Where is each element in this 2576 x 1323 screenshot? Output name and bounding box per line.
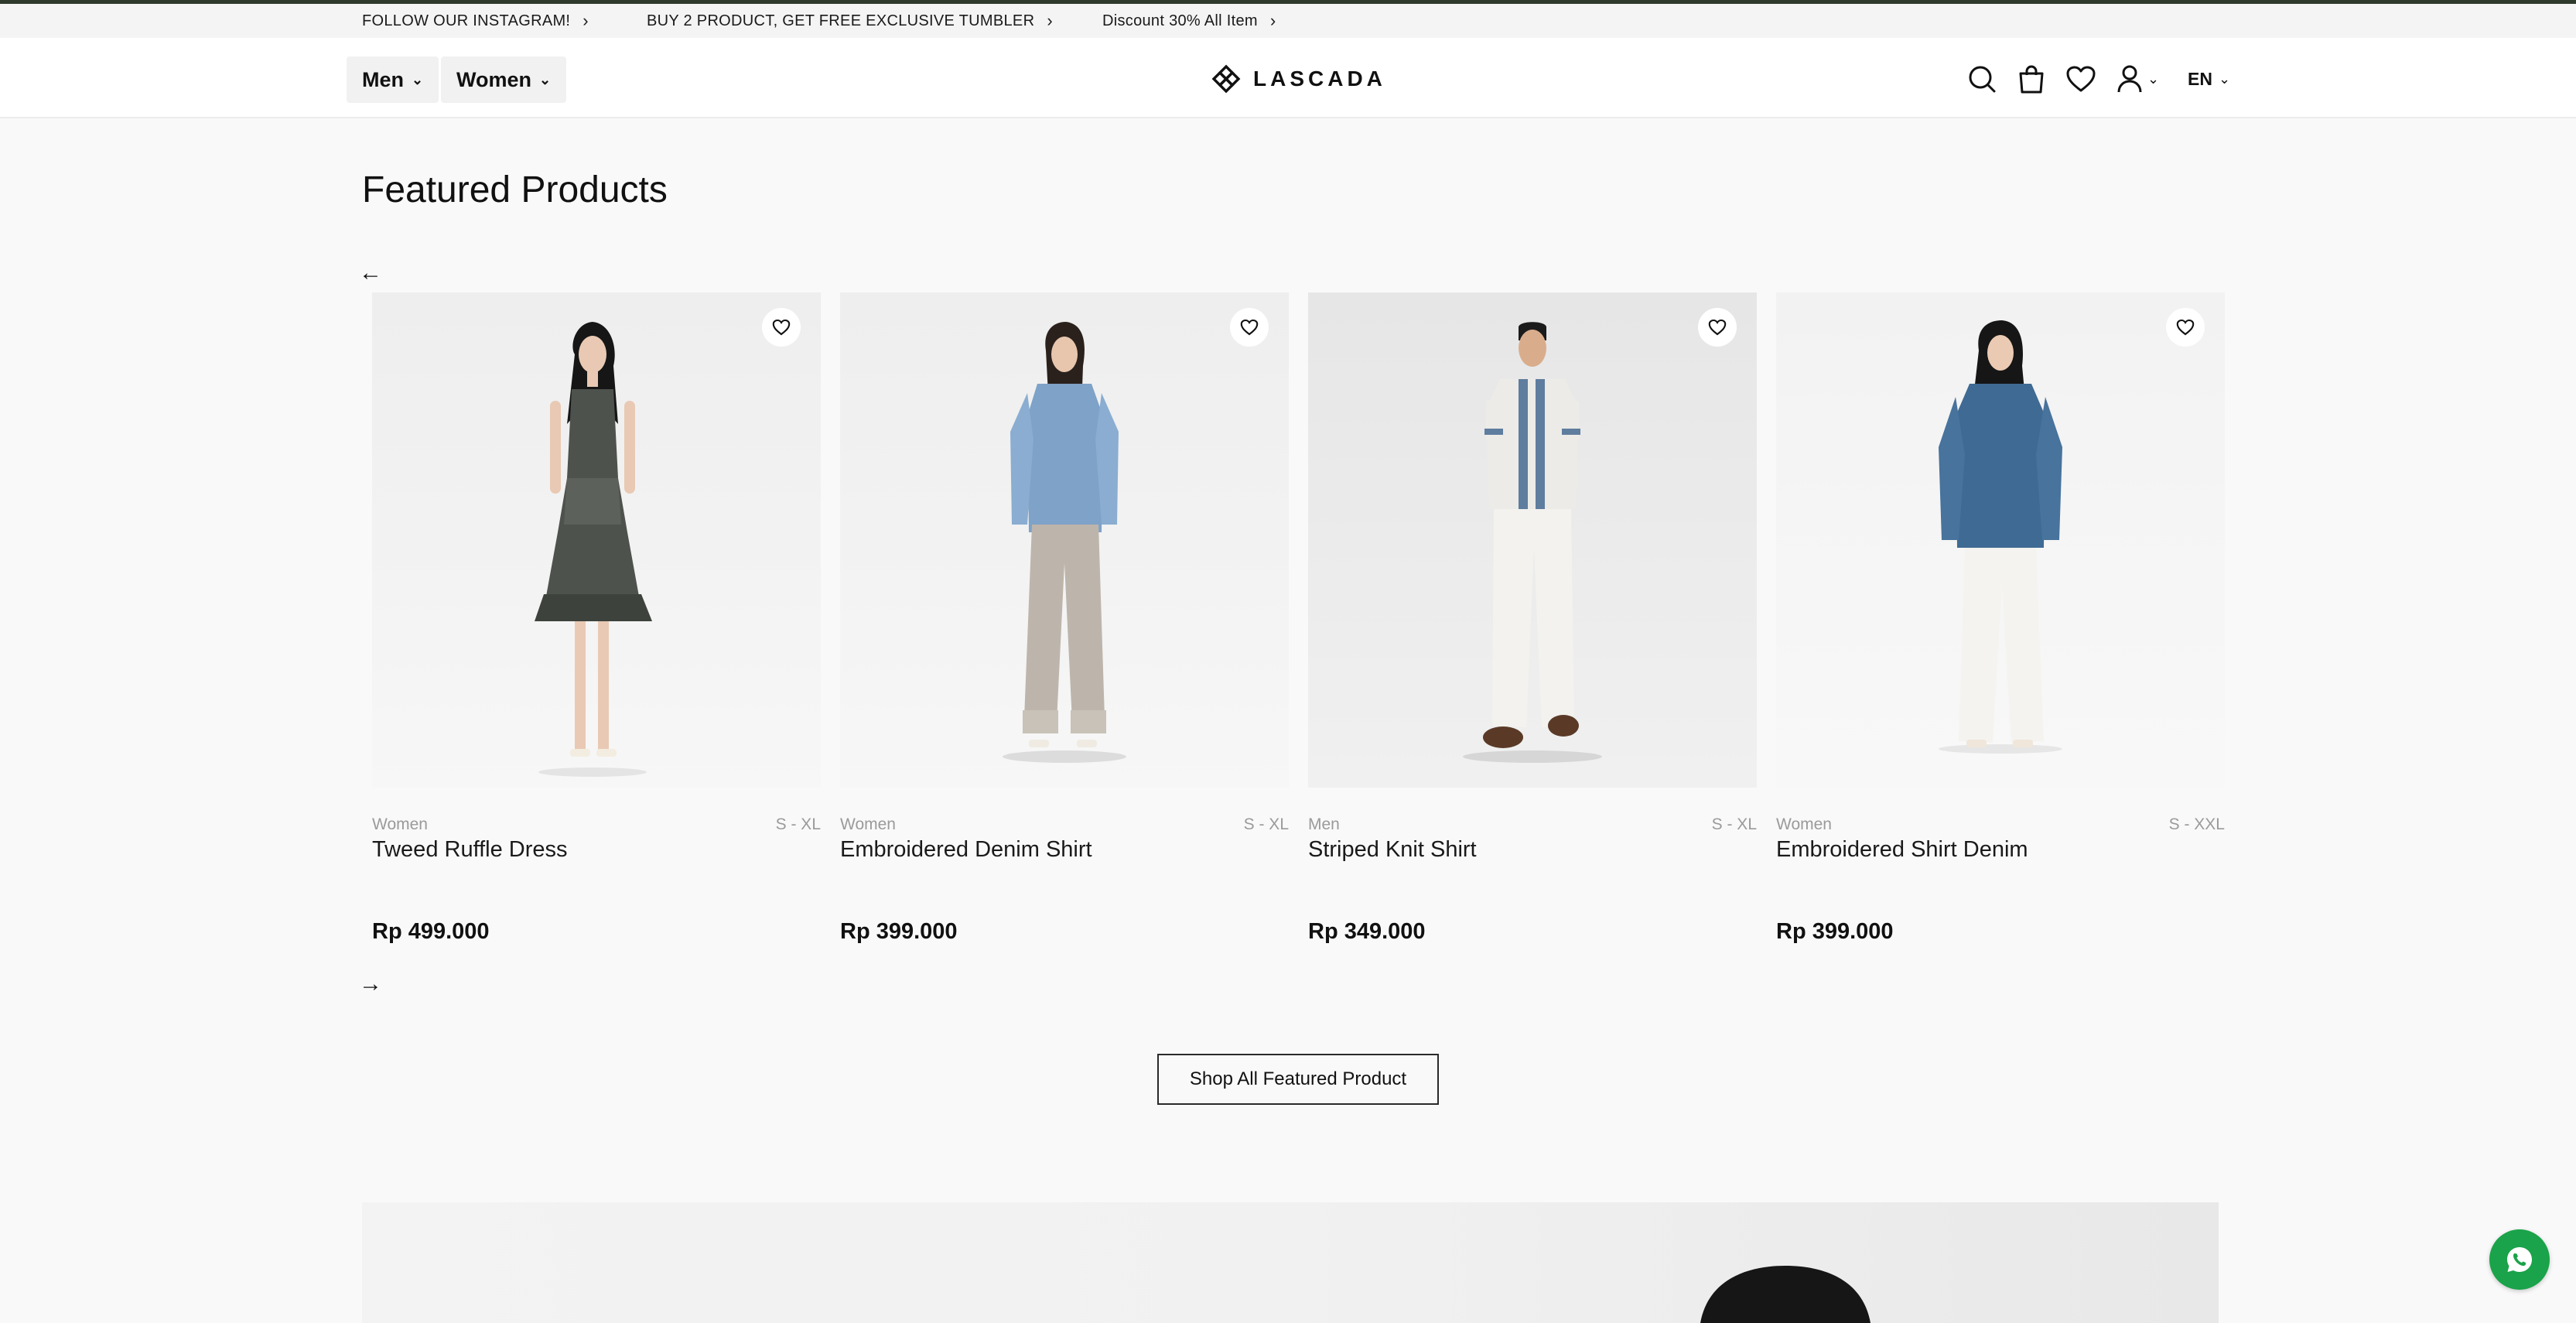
product-image[interactable]: [1308, 292, 1757, 788]
nav-men-label: Men: [362, 67, 404, 91]
product-category: Women: [372, 815, 428, 833]
user-icon: [2117, 65, 2142, 93]
arrow-right-icon: →: [359, 971, 382, 997]
heart-icon: [2066, 66, 2096, 92]
add-to-wishlist-button[interactable]: [1230, 308, 1269, 347]
add-to-wishlist-button[interactable]: [762, 308, 801, 347]
product-name[interactable]: Embroidered Shirt Denim: [1776, 837, 2028, 863]
product-sizes: S - XL: [1711, 815, 1757, 833]
product-category: Women: [1776, 815, 1832, 833]
shop-all-featured-button[interactable]: Shop All Featured Product: [1157, 1054, 1439, 1105]
announcement-text: FOLLOW OUR INSTAGRAM!: [362, 12, 571, 29]
carousel-prev-button[interactable]: ←: [359, 260, 387, 285]
heart-icon: [2176, 319, 2195, 336]
brand-name: LASCADA: [1253, 67, 1386, 91]
nav-men-menu[interactable]: Men ⌄: [347, 56, 439, 103]
language-label: EN: [2188, 68, 2212, 89]
chevron-right-icon: ›: [583, 11, 589, 30]
product-image[interactable]: [840, 292, 1289, 788]
cart-button[interactable]: [2014, 62, 2048, 96]
product-name[interactable]: Embroidered Denim Shirt: [840, 837, 1092, 863]
model-figure: [535, 322, 652, 777]
product-price: Rp 499.000: [372, 919, 490, 944]
product-price: Rp 349.000: [1308, 919, 1426, 944]
heart-icon: [1708, 319, 1727, 336]
chevron-down-icon: ⌄: [539, 71, 552, 87]
whatsapp-chat-button[interactable]: [2489, 1229, 2550, 1290]
shopping-bag-icon: [2019, 65, 2044, 94]
product-category: Men: [1308, 815, 1340, 833]
product-name[interactable]: Striped Knit Shirt: [1308, 837, 1477, 863]
product-name[interactable]: Tweed Ruffle Dress: [372, 837, 568, 863]
whatsapp-icon: [2507, 1247, 2532, 1272]
product-price: Rp 399.000: [1776, 919, 1894, 944]
banner-figure: [1700, 1266, 1871, 1323]
add-to-wishlist-button[interactable]: [1698, 308, 1737, 347]
product-category: Women: [840, 815, 896, 833]
logo-mark-icon: [1211, 64, 1241, 94]
product-card[interactable]: Women S - XXL Embroidered Shirt Denim Rp…: [1776, 292, 2225, 958]
announcement-text: BUY 2 PRODUCT, GET FREE EXCLUSIVE TUMBLE…: [647, 12, 1035, 29]
wishlist-button[interactable]: [2064, 62, 2098, 96]
model-figure: [1463, 322, 1602, 763]
section-title: Featured Products: [362, 169, 668, 210]
promo-banner-image[interactable]: [362, 1202, 2219, 1323]
language-selector[interactable]: EN ⌄: [2188, 62, 2230, 96]
heart-icon: [1240, 319, 1259, 336]
chevron-down-icon: ⌄: [412, 71, 424, 87]
announcement-tumbler[interactable]: BUY 2 PRODUCT, GET FREE EXCLUSIVE TUMBLE…: [647, 4, 1053, 38]
product-price: Rp 399.000: [840, 919, 958, 944]
announcement-text: Discount 30% All Item: [1102, 12, 1258, 29]
add-to-wishlist-button[interactable]: [2166, 308, 2205, 347]
heart-icon: [772, 319, 791, 336]
product-sizes: S - XL: [775, 815, 821, 833]
carousel-next-button[interactable]: →: [359, 971, 387, 997]
model-figure: [1939, 320, 2062, 754]
brand-logo[interactable]: LASCADA: [1211, 63, 1386, 95]
product-image[interactable]: [1776, 292, 2225, 788]
announcement-bar: FOLLOW OUR INSTAGRAM! › BUY 2 PRODUCT, G…: [0, 4, 2576, 38]
product-card[interactable]: Women S - XL Tweed Ruffle Dress Rp 499.0…: [372, 292, 821, 958]
chevron-right-icon: ›: [1047, 11, 1053, 30]
announcement-instagram[interactable]: FOLLOW OUR INSTAGRAM! ›: [362, 4, 589, 38]
product-card[interactable]: Women S - XL Embroidered Denim Shirt Rp …: [840, 292, 1289, 958]
chevron-right-icon: ›: [1269, 11, 1276, 30]
product-sizes: S - XXL: [2168, 815, 2225, 833]
announcement-discount[interactable]: Discount 30% All Item ›: [1102, 4, 1276, 38]
nav-women-menu[interactable]: Women ⌄: [441, 56, 567, 103]
product-card[interactable]: Men S - XL Striped Knit Shirt Rp 349.000: [1308, 292, 1757, 958]
account-menu[interactable]: ⌄: [2116, 62, 2159, 96]
site-header: Men ⌄ Women ⌄ LASCADA ⌄ EN ⌄: [0, 38, 2576, 118]
nav-women-label: Women: [456, 67, 532, 91]
search-button[interactable]: [1965, 62, 1999, 96]
chevron-down-icon: ⌄: [2147, 70, 2160, 87]
model-figure: [1003, 322, 1126, 763]
search-icon: [1969, 66, 1996, 93]
product-image[interactable]: [372, 292, 821, 788]
product-sizes: S - XL: [1243, 815, 1289, 833]
chevron-down-icon: ⌄: [2218, 70, 2231, 87]
arrow-left-icon: ←: [359, 260, 382, 285]
